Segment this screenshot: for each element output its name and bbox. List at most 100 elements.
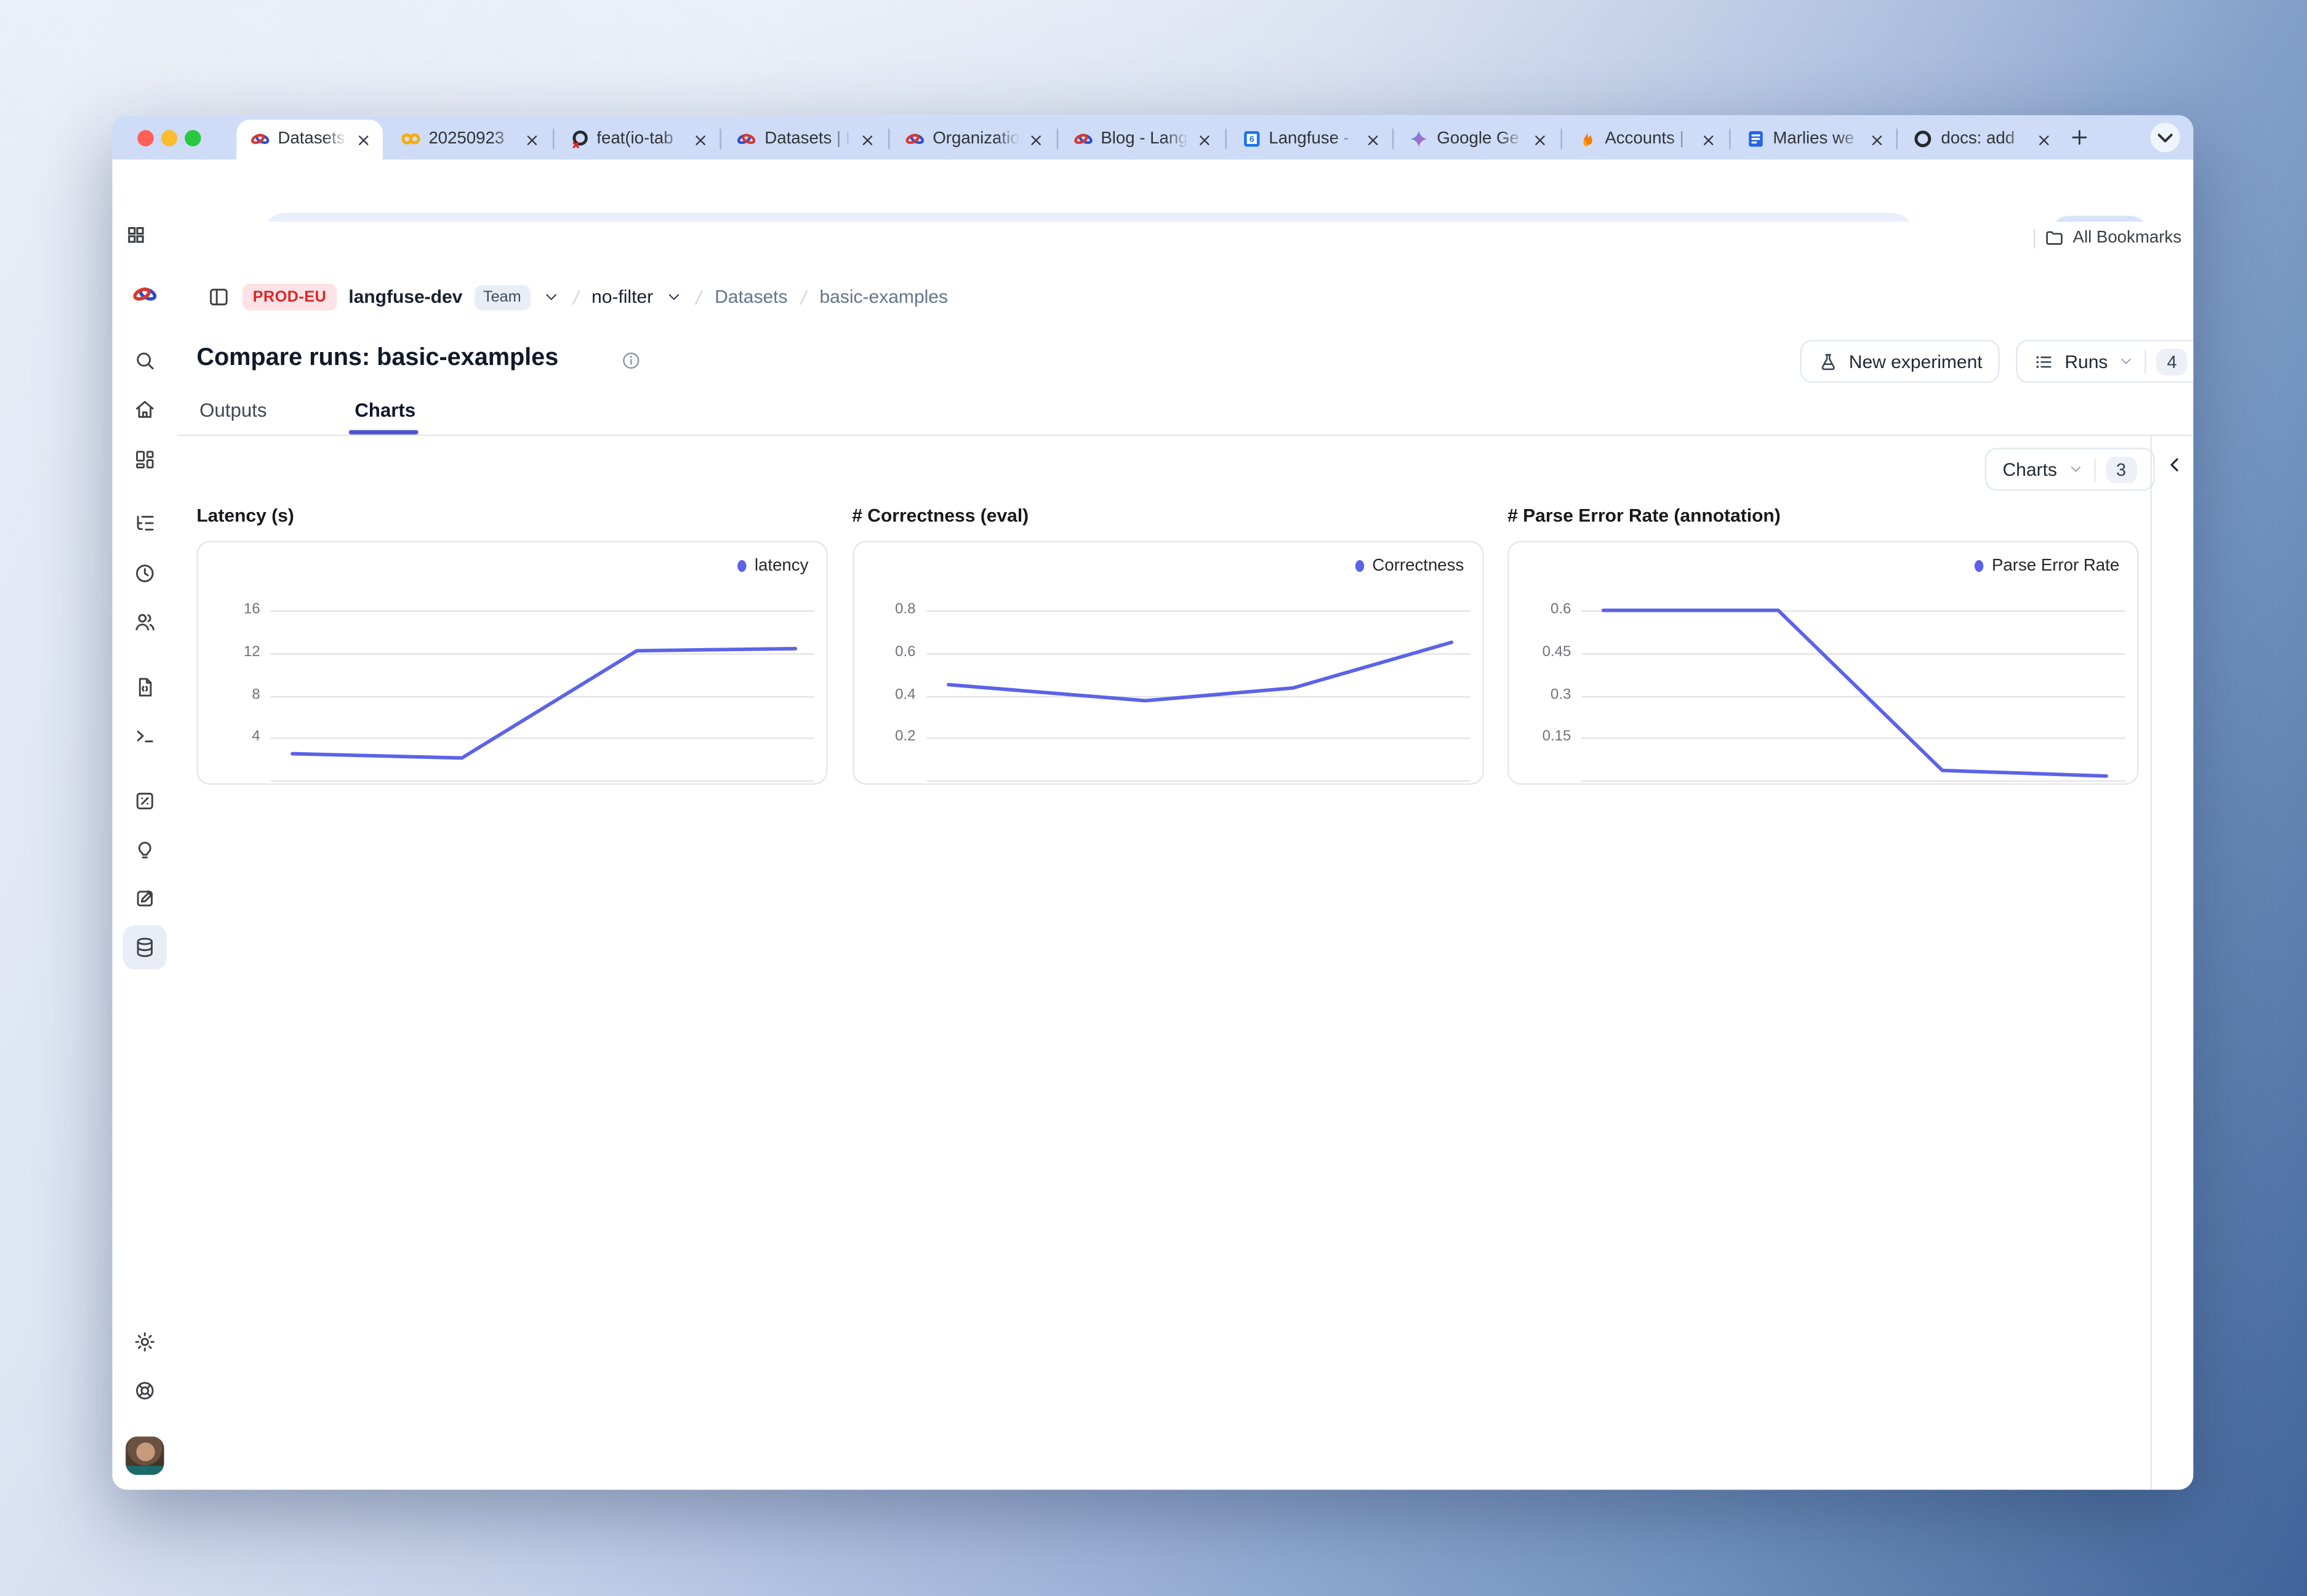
y-axis-tick-label: 12 bbox=[201, 644, 260, 660]
breadcrumb-project[interactable]: no-filter bbox=[592, 287, 653, 308]
tab-close-icon[interactable] bbox=[1868, 130, 1885, 148]
collapse-chevron-left-icon[interactable] bbox=[2165, 455, 2185, 475]
right-rail-divider bbox=[2151, 436, 2152, 1490]
sidebar-item-search-icon[interactable] bbox=[133, 349, 156, 372]
tab-title-fade bbox=[1333, 127, 1356, 153]
browser-tab[interactable]: feat(io-tab bbox=[555, 119, 720, 159]
org-chevron-down-icon[interactable] bbox=[542, 288, 560, 306]
support-lifebuoy-icon[interactable] bbox=[133, 1379, 156, 1402]
all-bookmarks-label[interactable]: All Bookmarks bbox=[2073, 229, 2181, 247]
traffic-light-close-icon[interactable] bbox=[137, 129, 153, 145]
sidebar-item-dashboards-icon[interactable] bbox=[133, 448, 156, 471]
y-axis-tick-label: 0.6 bbox=[1512, 601, 1571, 617]
breadcrumb-separator: / bbox=[569, 286, 582, 308]
desktop-wallpaper: Datasets | L20250923feat(io-tabDatasets … bbox=[0, 0, 2307, 1596]
browser-tab[interactable]: Datasets | L bbox=[236, 119, 383, 159]
browser-window: Datasets | L20250923feat(io-tabDatasets … bbox=[112, 115, 2193, 1490]
list-icon bbox=[2034, 351, 2055, 372]
flame-favicon bbox=[1577, 129, 1598, 150]
tab-divider bbox=[1560, 129, 1562, 150]
traffic-light-zoom-icon[interactable] bbox=[185, 129, 201, 145]
tab-divider bbox=[552, 129, 553, 150]
tab-divider bbox=[888, 129, 889, 150]
new-experiment-button[interactable]: New experiment bbox=[1800, 340, 2000, 383]
sidebar-toggle-icon[interactable] bbox=[207, 285, 230, 308]
sidebar-item-sessions-icon[interactable] bbox=[133, 561, 156, 585]
breadcrumb-item[interactable]: basic-examples bbox=[819, 287, 948, 308]
breadcrumb-org[interactable]: langfuse-dev bbox=[348, 287, 462, 308]
line-chart-plot bbox=[926, 554, 1472, 780]
browser-tab[interactable]: 6Langfuse - bbox=[1227, 119, 1392, 159]
y-axis-tick-label: 0.3 bbox=[1512, 686, 1571, 702]
tab-close-icon[interactable] bbox=[523, 130, 541, 148]
browser-tab[interactable]: Datasets | L bbox=[723, 119, 888, 159]
runs-dropdown-button[interactable]: Runs 4 bbox=[2016, 340, 2193, 383]
charts-panel: Charts 3 Latency (s)latency161284# Corre… bbox=[177, 436, 2193, 1490]
tab-close-icon[interactable] bbox=[355, 130, 372, 148]
github-favicon bbox=[1913, 129, 1934, 150]
sidebar-item-scores-icon[interactable] bbox=[133, 789, 156, 812]
tab-charts[interactable]: Charts bbox=[355, 399, 415, 421]
view-tabs: Outputs Charts bbox=[177, 393, 2193, 436]
info-icon[interactable] bbox=[620, 350, 641, 371]
browser-tab[interactable]: Accounts | bbox=[1563, 119, 1728, 159]
tab-close-icon[interactable] bbox=[1027, 130, 1045, 148]
tab-title-fade bbox=[829, 127, 852, 153]
browser-tab[interactable]: Blog - Lang bbox=[1059, 119, 1224, 159]
langfuse-favicon bbox=[250, 129, 271, 150]
active-tab-underline bbox=[349, 430, 419, 435]
browser-tab[interactable]: 20250923 bbox=[387, 119, 552, 159]
chart-card: latency161284 bbox=[196, 541, 827, 785]
langfuse-favicon bbox=[905, 129, 926, 150]
sidebar-item-playground-icon[interactable] bbox=[133, 724, 156, 748]
sidebar-item-annotation-icon[interactable] bbox=[133, 887, 156, 910]
langfuse-app: PROD-EU langfuse-dev Team / no-filter / … bbox=[112, 254, 2193, 1490]
tab-close-icon[interactable] bbox=[1363, 130, 1381, 148]
tab-divider bbox=[1392, 129, 1394, 150]
chart-card: Parse Error Rate0.60.450.30.15 bbox=[1507, 541, 2138, 785]
gridline bbox=[926, 780, 1470, 782]
line-chart-plot bbox=[1581, 554, 2128, 780]
tab-title-fade bbox=[1165, 127, 1188, 153]
sidebar-item-home-icon[interactable] bbox=[133, 398, 156, 421]
page-header: Compare runs: basic-examples New experim… bbox=[177, 340, 2193, 384]
tab-close-icon[interactable] bbox=[691, 130, 709, 148]
tab-close-icon[interactable] bbox=[1531, 130, 1549, 148]
browser-tab[interactable]: docs: add bbox=[1900, 119, 2064, 159]
y-axis-tick-label: 0.2 bbox=[856, 729, 915, 745]
breadcrumb-section[interactable]: Datasets bbox=[715, 287, 787, 308]
button-divider bbox=[2094, 457, 2095, 481]
tab-overflow-chevron-icon[interactable] bbox=[2151, 122, 2180, 152]
flask-icon bbox=[1818, 351, 1839, 372]
tab-outputs[interactable]: Outputs bbox=[199, 399, 267, 421]
tab-divider bbox=[720, 129, 721, 150]
browser-tab[interactable]: Google Ge bbox=[1395, 119, 1560, 159]
charts-count-badge: 3 bbox=[2106, 456, 2136, 483]
browser-tab[interactable]: Organizatio bbox=[891, 119, 1056, 159]
sidebar-item-prompts-icon[interactable] bbox=[133, 675, 156, 699]
tab-close-icon[interactable] bbox=[1699, 130, 1717, 148]
tab-close-icon[interactable] bbox=[1195, 130, 1213, 148]
github-x-favicon bbox=[569, 129, 590, 150]
browser-tab[interactable]: Marlies we bbox=[1731, 119, 1896, 159]
settings-gear-icon[interactable] bbox=[133, 1330, 156, 1353]
app-main: PROD-EU langfuse-dev Team / no-filter / … bbox=[177, 254, 2193, 1490]
langfuse-logo-icon[interactable] bbox=[132, 281, 158, 307]
tab-close-icon[interactable] bbox=[859, 130, 877, 148]
charts-chevron-down-icon bbox=[2068, 461, 2084, 477]
project-chevron-down-icon[interactable] bbox=[665, 288, 683, 306]
sidebar-item-evaluators-icon[interactable] bbox=[133, 838, 156, 861]
colab-favicon bbox=[401, 129, 422, 150]
y-axis-tick-label: 8 bbox=[201, 686, 260, 702]
sidebar-item-datasets-icon[interactable] bbox=[133, 936, 156, 959]
doc-blue-favicon bbox=[1745, 129, 1766, 150]
charts-dropdown-button[interactable]: Charts 3 bbox=[1985, 448, 2154, 491]
sidebar-item-tracing-icon[interactable] bbox=[133, 511, 156, 535]
new-tab-button[interactable] bbox=[2069, 127, 2090, 148]
traffic-light-minimize-icon[interactable] bbox=[161, 129, 177, 145]
tab-close-icon[interactable] bbox=[2036, 130, 2053, 148]
y-axis-tick-label: 0.8 bbox=[856, 601, 915, 617]
sidebar-item-users-icon[interactable] bbox=[133, 611, 156, 634]
apps-grid-icon[interactable] bbox=[126, 225, 146, 246]
user-avatar[interactable] bbox=[126, 1437, 164, 1475]
